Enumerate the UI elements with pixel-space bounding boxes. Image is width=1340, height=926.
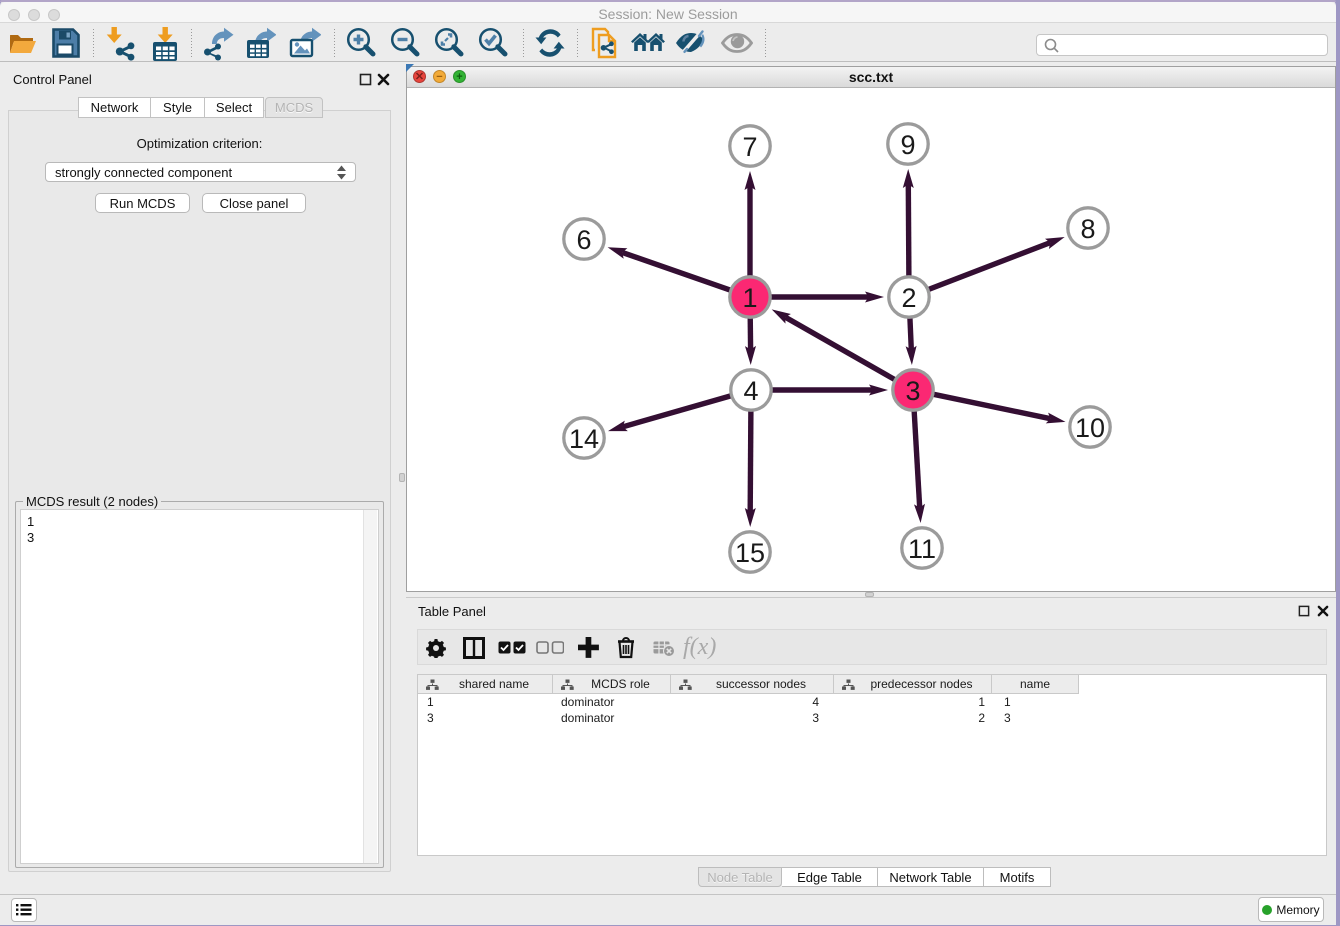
svg-text:15: 15 bbox=[735, 538, 765, 568]
svg-text:10: 10 bbox=[1075, 413, 1105, 443]
svg-text:14: 14 bbox=[569, 424, 599, 454]
svg-text:3: 3 bbox=[905, 376, 920, 406]
svg-text:1: 1 bbox=[742, 283, 757, 313]
svg-text:f(x): f(x) bbox=[683, 635, 716, 660]
svg-text:11: 11 bbox=[908, 534, 936, 564]
svg-text:2: 2 bbox=[901, 283, 916, 313]
svg-text:8: 8 bbox=[1080, 214, 1095, 244]
svg-text:4: 4 bbox=[743, 376, 758, 406]
svg-text:7: 7 bbox=[742, 132, 757, 162]
svg-text:6: 6 bbox=[576, 225, 591, 255]
svg-text:9: 9 bbox=[900, 130, 915, 160]
